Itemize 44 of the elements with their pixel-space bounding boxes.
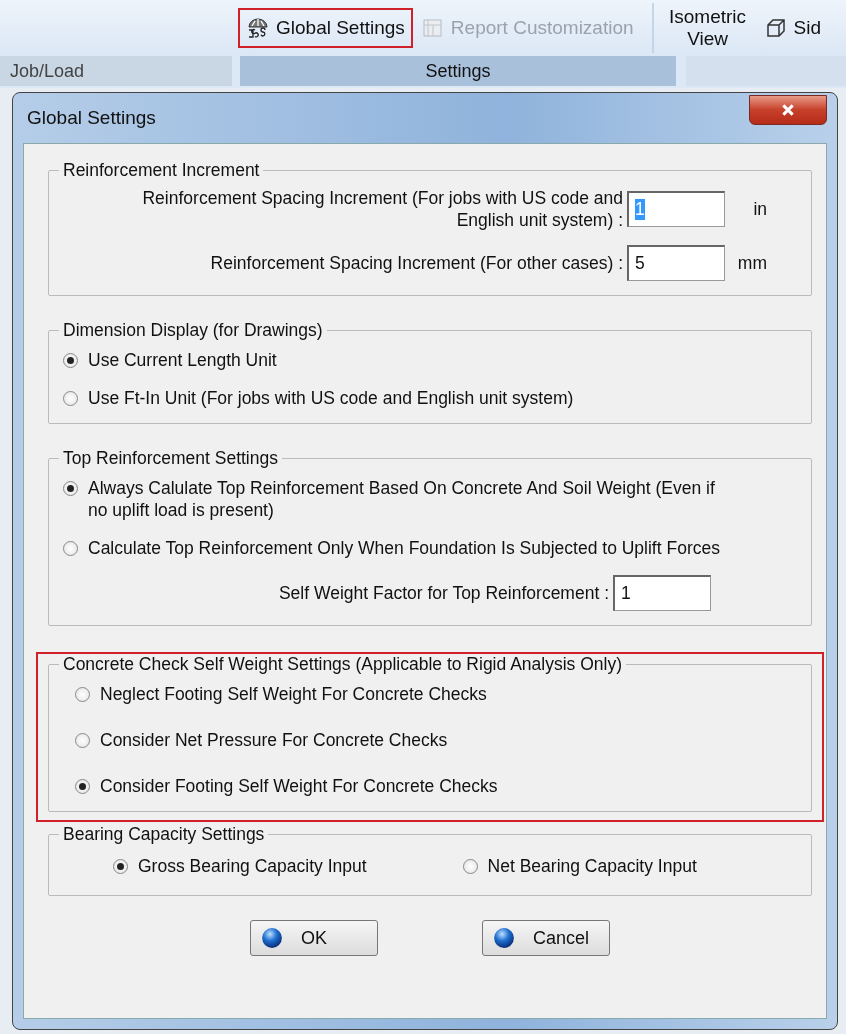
radio-button[interactable] [462,859,478,874]
window-title: Global Settings [26,107,156,129]
radio-button[interactable] [63,391,78,406]
radio-button[interactable] [63,541,78,556]
radio-button[interactable] [63,353,78,368]
radio-label[interactable]: Calculate Top Reinforcement Only When Foundation Is Subjected to Uplift Forces [88,537,720,559]
close-button[interactable] [749,95,827,125]
orb-icon [261,927,283,949]
orb-icon [493,927,515,949]
radio-label[interactable]: Gross Bearing Capacity Input [138,855,367,877]
radio-label[interactable]: Always Calulate Top Reinforcement Based On Concrete And Soil Weight (Even if no uplift load is present) [88,477,715,521]
group-title: Dimension Display (for Drawings) [62,320,324,341]
field-label: Self Weight Factor for Top Reinforcement : [278,582,609,604]
group-title: Top Reinforcement Settings [62,448,279,469]
radio-button[interactable] [75,687,90,702]
radio-label[interactable]: Consider Footing Self Weight For Concrete Checks [100,775,498,797]
radio-button[interactable] [63,481,78,496]
ribbon-button[interactable]: Isometric View [659,2,756,54]
radio-label[interactable]: Consider Net Pressure For Concrete Checks [100,729,448,751]
input-field[interactable]: 1 [613,575,711,611]
ribbon-group-label: Job/Load [0,56,232,86]
ribbon-button[interactable]: Sid [755,8,830,48]
radio-button[interactable] [75,733,90,748]
close-icon [781,103,795,117]
radio-label[interactable]: Net Bearing Capacity Input [487,855,697,877]
radio-label[interactable]: Neglect Footing Self Weight For Concrete Checks [100,683,487,705]
radio-button[interactable] [75,779,90,794]
field-label: Reinforcement Spacing Increment (For jobs with US code and English unit system) : [142,187,623,231]
unit-label: in [753,198,767,220]
field-label: Reinforcement Spacing Increment (For other cases) : [210,252,623,274]
group-title: Bearing Capacity Settings [62,824,266,845]
dialog-button[interactable]: Cancel [482,920,610,956]
radio-label[interactable]: Use Current Length Unit [88,349,277,371]
group-title: Concrete Check Self Weight Settings (Applicable to Rigid Analysis Only) [62,654,623,675]
radio-label[interactable]: Use Ft-In Unit (For jobs with US code and English unit system) [88,387,574,409]
group-title: Reinforcement Increment [62,160,261,181]
dialog-button[interactable]: OK [250,920,378,956]
document-icon [420,16,445,40]
ribbon-group-label: Settings [240,56,676,86]
radio-button[interactable] [113,859,128,874]
unit-label: mm [737,252,767,274]
ribbon-button[interactable]: Global Settings [238,8,413,48]
gs-icon [246,16,270,40]
input-field[interactable]: 5 [627,245,725,281]
